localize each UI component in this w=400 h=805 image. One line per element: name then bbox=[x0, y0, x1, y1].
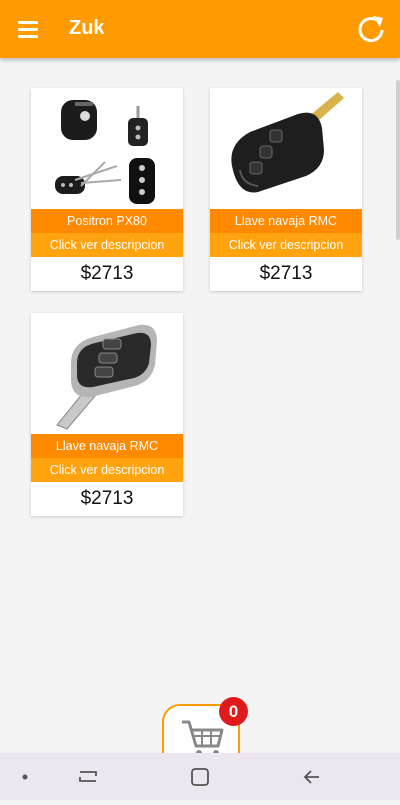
product-card[interactable]: Positron PX80 Click ver descripcion $271… bbox=[31, 88, 183, 291]
description-link[interactable]: Click ver descripcion bbox=[31, 458, 183, 482]
recents-icon bbox=[79, 771, 97, 782]
product-price: $2713 bbox=[80, 263, 134, 284]
system-nav-bar bbox=[0, 753, 400, 800]
product-card[interactable]: Llave navaja RMC Click ver descripcion $… bbox=[210, 88, 362, 291]
app-title: Zuk bbox=[69, 17, 105, 39]
menu-button[interactable] bbox=[8, 12, 48, 46]
description-link[interactable]: Click ver descripcion bbox=[210, 233, 362, 257]
back-button[interactable] bbox=[282, 753, 342, 800]
product-name: Llave navaja RMC bbox=[31, 434, 183, 458]
back-icon bbox=[303, 770, 319, 784]
product-price: $2713 bbox=[259, 263, 313, 284]
product-name: Llave navaja RMC bbox=[210, 209, 362, 233]
product-image bbox=[31, 313, 183, 434]
product-name: Positron PX80 bbox=[31, 209, 183, 233]
home-icon bbox=[191, 768, 209, 786]
product-image bbox=[210, 88, 362, 209]
product-price: $2713 bbox=[80, 488, 134, 509]
nav-dot-button[interactable] bbox=[0, 753, 60, 800]
dot-icon bbox=[22, 774, 28, 780]
refresh-button[interactable] bbox=[354, 12, 388, 46]
app-bar: Zuk bbox=[0, 0, 400, 58]
description-link[interactable]: Click ver descripcion bbox=[31, 233, 183, 257]
recents-button[interactable] bbox=[58, 753, 118, 800]
cart-count-badge: 0 bbox=[219, 697, 248, 726]
product-image bbox=[31, 88, 183, 209]
home-button[interactable] bbox=[170, 753, 230, 800]
scroll-edge bbox=[396, 80, 400, 240]
product-card[interactable]: Llave navaja RMC Click ver descripcion $… bbox=[31, 313, 183, 516]
refresh-icon bbox=[358, 16, 384, 43]
